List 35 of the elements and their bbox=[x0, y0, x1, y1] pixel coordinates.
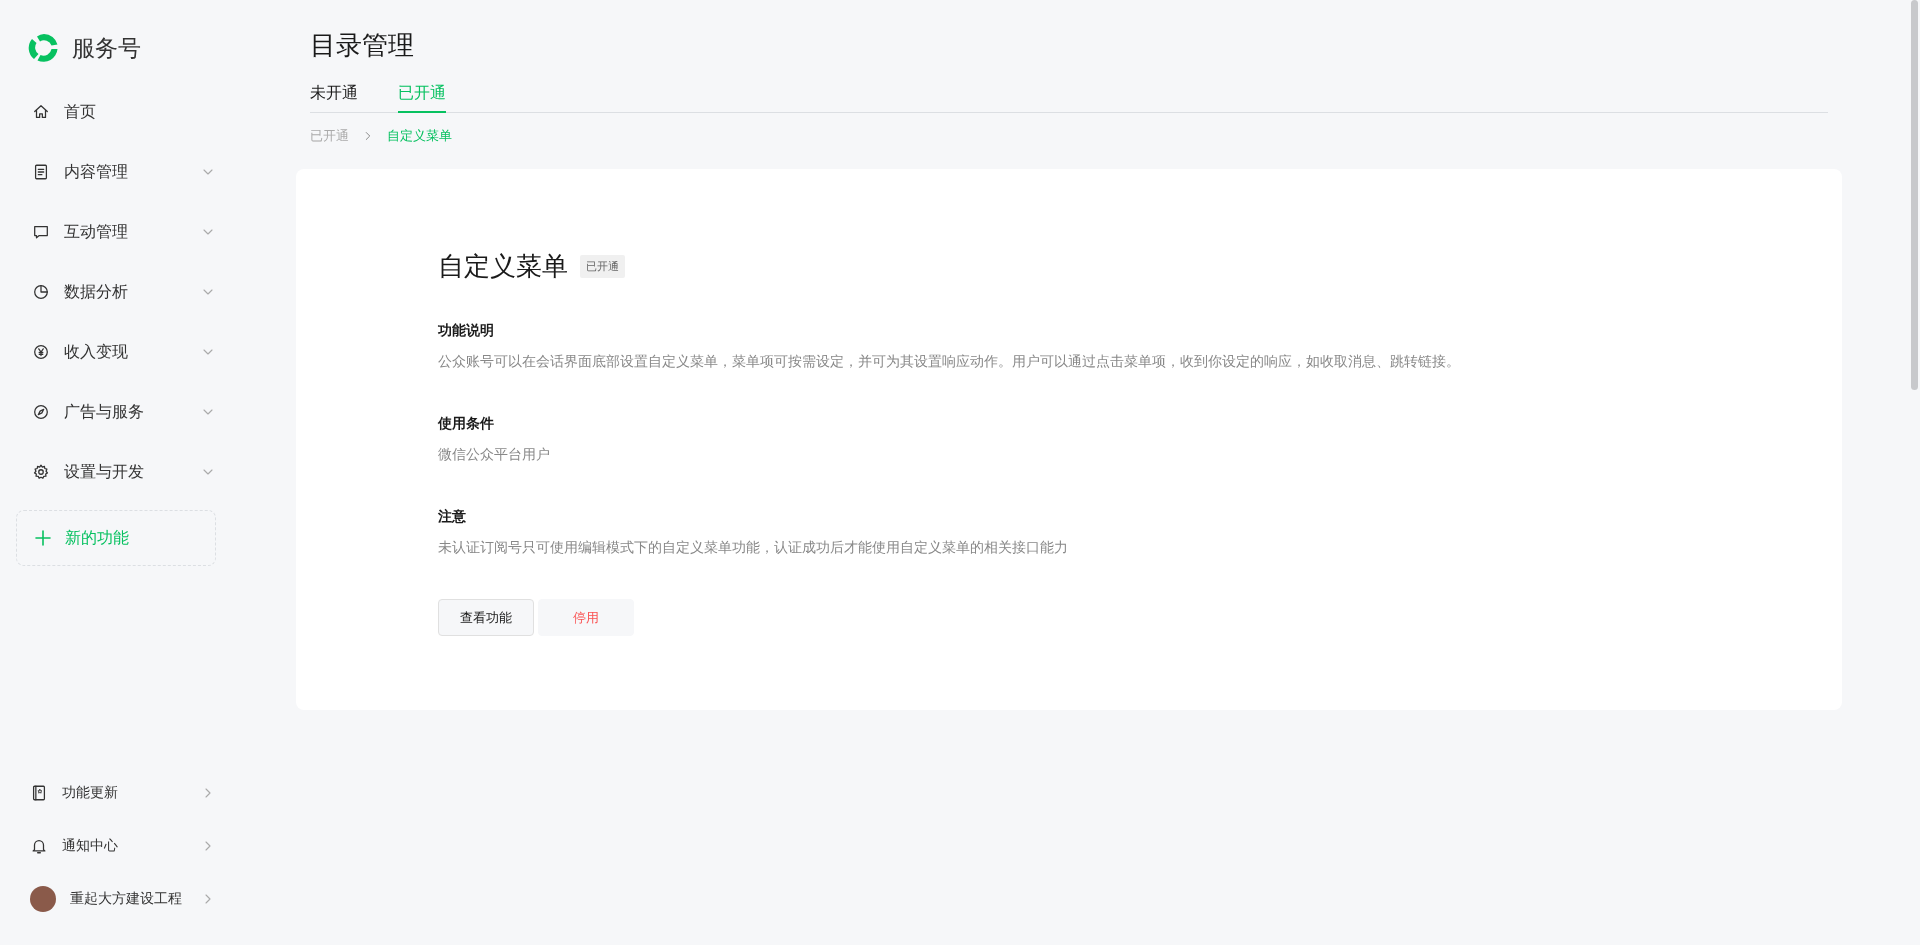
section-heading: 功能说明 bbox=[438, 322, 495, 340]
home-icon bbox=[32, 103, 50, 121]
section-heading: 使用条件 bbox=[438, 415, 495, 433]
sidebar-item[interactable]: 广告与服务 bbox=[16, 382, 216, 442]
card-title: 自定义菜单 bbox=[438, 250, 568, 283]
section-text: 公众账号可以在会话界面底部设置自定义菜单，菜单项可按需设定，并可为其设置响应动作。用户可以通过点击菜单项，收到你设定的响应，如收取消息、跳转链接。 bbox=[438, 353, 1461, 371]
avatar bbox=[30, 885, 56, 912]
sidebar-item[interactable]: 收入变现 bbox=[16, 322, 216, 382]
scrollbar-thumb[interactable] bbox=[1911, 0, 1918, 390]
logo-icon bbox=[28, 32, 60, 64]
tab[interactable]: 未开通 bbox=[310, 81, 358, 113]
sidebar-item[interactable]: 重起大方建设工程 bbox=[16, 872, 216, 925]
yen-coin-icon bbox=[32, 343, 50, 361]
compass-icon bbox=[32, 403, 50, 421]
sidebar-item[interactable]: 互动管理 bbox=[16, 202, 216, 262]
sidebar-item[interactable]: 首页 bbox=[16, 82, 216, 142]
sidebar-item[interactable]: 通知中心 bbox=[16, 819, 216, 872]
sidebar-item[interactable]: 设置与开发 bbox=[16, 442, 216, 502]
section-text: 微信公众平台用户 bbox=[438, 446, 551, 464]
settings-icon bbox=[32, 463, 50, 481]
brand-name: 服务号 bbox=[72, 33, 141, 63]
sidebar-item[interactable]: 内容管理 bbox=[16, 142, 216, 202]
plus-icon bbox=[33, 528, 53, 548]
pie-chart-icon bbox=[32, 283, 50, 301]
sidebar-item[interactable]: 数据分析 bbox=[16, 262, 216, 322]
sidebar-item[interactable]: 功能更新 bbox=[16, 766, 216, 819]
chat-bubble-icon bbox=[32, 223, 50, 241]
book-icon bbox=[30, 783, 48, 802]
page-title: 目录管理 bbox=[310, 29, 415, 62]
view-button[interactable]: 查看功能 bbox=[438, 599, 534, 636]
section-text: 未认证订阅号只可使用编辑模式下的自定义菜单功能，认证成功后才能使用自定义菜单的相关接口能力 bbox=[438, 539, 1069, 557]
section-heading: 注意 bbox=[438, 508, 467, 526]
breadcrumb-item: 自定义菜单 bbox=[387, 127, 452, 145]
status-badge: 已开通 bbox=[580, 255, 625, 278]
document-icon bbox=[32, 163, 50, 181]
